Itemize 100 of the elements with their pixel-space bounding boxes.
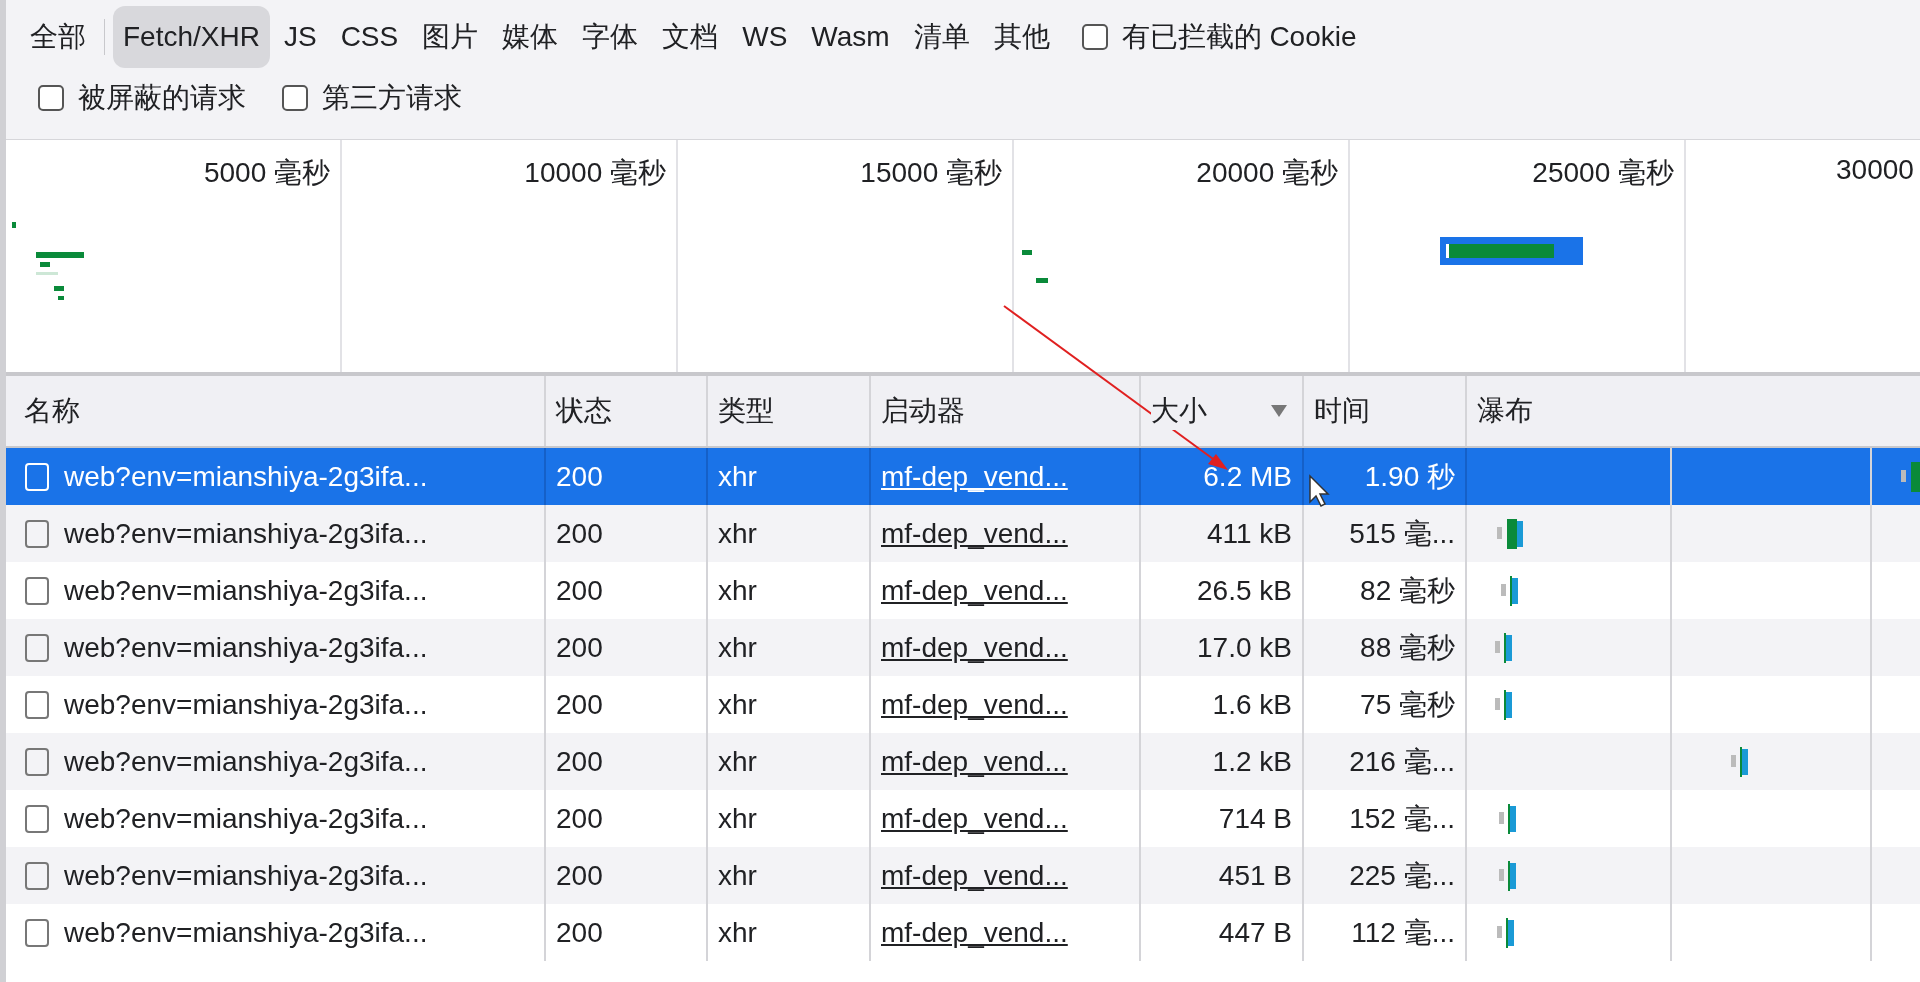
initiator-link[interactable]: mf-dep_vend... <box>881 460 1068 493</box>
request-name: web?env=mianshiya-2g3ifa... <box>64 631 428 664</box>
request-icon <box>24 461 50 492</box>
waterfall-bar-drawing <box>1497 516 1523 551</box>
column-header[interactable]: 状态 <box>546 376 708 446</box>
filter-tab[interactable]: Fetch/XHR <box>113 6 270 68</box>
table-cell: 1.6 kB <box>1212 688 1292 721</box>
table-cell-text: 112 毫... <box>1351 915 1455 950</box>
initiator-link[interactable]: mf-dep_vend... <box>881 631 1068 664</box>
request-name: web?env=mianshiya-2g3ifa... <box>64 574 428 607</box>
initiator-link[interactable]: mf-dep_vend... <box>881 916 1068 949</box>
table-cell-text: 75 毫秒 <box>1360 687 1455 722</box>
request-icon <box>24 689 50 720</box>
table-cell: xhr <box>718 688 757 721</box>
table-cell: 26.5 kB <box>1197 574 1292 607</box>
table-cell-text: 216 毫... <box>1349 744 1455 779</box>
table-cell: xhr <box>718 859 757 892</box>
checkbox[interactable] <box>282 85 308 111</box>
table-cell: 6.2 MB <box>1203 460 1292 493</box>
time-tick-label: 10000 毫秒 <box>524 156 666 190</box>
filter-tab[interactable]: 字体 <box>572 6 649 68</box>
initiator-link[interactable]: mf-dep_vend... <box>881 688 1068 721</box>
filter-tab[interactable]: WS <box>732 6 798 68</box>
column-header[interactable]: 瀑布 <box>1467 376 1920 446</box>
table-row[interactable]: web?env=mianshiya-2g3ifa... 200 xhr mf-dep_vend... 411 kB 515 毫... <box>6 505 1920 562</box>
checkbox-option[interactable]: 第三方请求 <box>282 79 462 117</box>
request-name: web?env=mianshiya-2g3ifa... <box>64 859 428 892</box>
filter-tab[interactable]: 媒体 <box>492 6 569 68</box>
request-icon <box>24 632 50 663</box>
table-cell: xhr <box>718 745 757 778</box>
checkbox-option[interactable]: 被屏蔽的请求 <box>38 79 246 117</box>
table-cell-text: 225 毫... <box>1349 858 1455 893</box>
initiator-link[interactable]: mf-dep_vend... <box>881 574 1068 607</box>
table-cell: xhr <box>718 916 757 949</box>
initiator-link[interactable]: mf-dep_vend... <box>881 745 1068 778</box>
table-cell-text: 82 毫秒 <box>1360 573 1455 608</box>
request-name: web?env=mianshiya-2g3ifa... <box>64 688 428 721</box>
table-cell: 1.2 kB <box>1212 745 1292 778</box>
table-cell-text: 88 毫秒 <box>1360 630 1455 665</box>
table-cell-text: 515 毫... <box>1349 516 1455 551</box>
initiator-link[interactable]: mf-dep_vend... <box>881 802 1068 835</box>
initiator-link[interactable]: mf-dep_vend... <box>881 517 1068 550</box>
column-header[interactable]: 大小 <box>1141 376 1304 446</box>
waterfall-bar-drawing <box>1901 459 1920 494</box>
request-icon <box>24 746 50 777</box>
filter-tab[interactable]: CSS <box>330 6 409 68</box>
filter-tab[interactable]: Wasm <box>801 6 900 68</box>
table-cell: xhr <box>718 517 757 550</box>
checkbox[interactable] <box>1081 24 1108 50</box>
column-header[interactable]: 名称 <box>6 376 546 446</box>
request-icon <box>24 518 50 549</box>
table-cell: xhr <box>718 802 757 835</box>
table-cell: 200 <box>556 574 603 607</box>
table-cell: 200 <box>556 745 603 778</box>
request-name: web?env=mianshiya-2g3ifa... <box>64 460 428 493</box>
filter-tab[interactable]: 图片 <box>412 6 489 68</box>
table-cell: 200 <box>556 802 603 835</box>
filter-tab[interactable]: 文档 <box>652 6 729 68</box>
time-tick-label: 15000 毫秒 <box>860 156 1002 190</box>
table-cell: 200 <box>556 688 603 721</box>
filter-tab[interactable]: 其他 <box>983 6 1060 68</box>
checkbox[interactable] <box>38 85 64 111</box>
table-cell: 200 <box>556 859 603 892</box>
table-cell: xhr <box>718 460 757 493</box>
table-cell: xhr <box>718 631 757 664</box>
table-row[interactable]: web?env=mianshiya-2g3ifa... 200 xhr mf-dep_vend... 17.0 kB 88 毫秒 <box>6 619 1920 676</box>
column-header[interactable]: 时间 <box>1304 376 1467 446</box>
table-cell: 200 <box>556 517 603 550</box>
initiator-link[interactable]: mf-dep_vend... <box>881 859 1068 892</box>
table-cell: 714 B <box>1218 802 1292 835</box>
request-name: web?env=mianshiya-2g3ifa... <box>64 745 428 778</box>
column-header[interactable]: 类型 <box>708 376 871 446</box>
table-cell: 411 kB <box>1206 517 1292 550</box>
table-cell: 200 <box>556 916 603 949</box>
table-cell: 447 B <box>1218 916 1292 949</box>
table-cell-text: 1.90 秒 <box>1364 459 1455 494</box>
table-cell: 200 <box>556 460 603 493</box>
request-icon <box>24 917 50 948</box>
filter-tab[interactable]: 全部 <box>20 6 96 68</box>
checkbox-option[interactable]: 有已拦截的 Cookie <box>1081 18 1357 56</box>
request-name: web?env=mianshiya-2g3ifa... <box>64 916 428 949</box>
time-tick-label: 20000 毫秒 <box>1196 156 1338 190</box>
request-icon <box>24 575 50 606</box>
table-cell-text: 152 毫... <box>1349 801 1455 836</box>
table-row[interactable]: web?env=mianshiya-2g3ifa... 200 xhr mf-dep_vend... 1.2 kB 216 毫... <box>6 733 1920 790</box>
table-cell: 200 <box>556 631 603 664</box>
table-row[interactable]: web?env=mianshiya-2g3ifa... 200 xhr mf-dep_vend... 6.2 MB 1.90 秒 <box>6 448 1920 505</box>
time-tick-label: 30000 <box>1836 154 1914 186</box>
table-cell: 451 B <box>1218 859 1292 892</box>
time-tick-label: 25000 毫秒 <box>1532 156 1674 190</box>
request-icon <box>24 860 50 891</box>
time-tick-label: 5000 毫秒 <box>203 156 330 190</box>
filter-tab[interactable]: JS <box>273 6 327 68</box>
filter-tab[interactable]: 清单 <box>903 6 980 68</box>
column-header[interactable]: 启动器 <box>871 376 1141 446</box>
table-row[interactable]: web?env=mianshiya-2g3ifa... 200 xhr mf-dep_vend... 451 B 225 毫... <box>6 847 1920 904</box>
table-cell: 17.0 kB <box>1197 631 1292 664</box>
mouse-cursor-icon <box>1308 474 1330 508</box>
request-name: web?env=mianshiya-2g3ifa... <box>64 802 428 835</box>
table-cell: xhr <box>718 574 757 607</box>
